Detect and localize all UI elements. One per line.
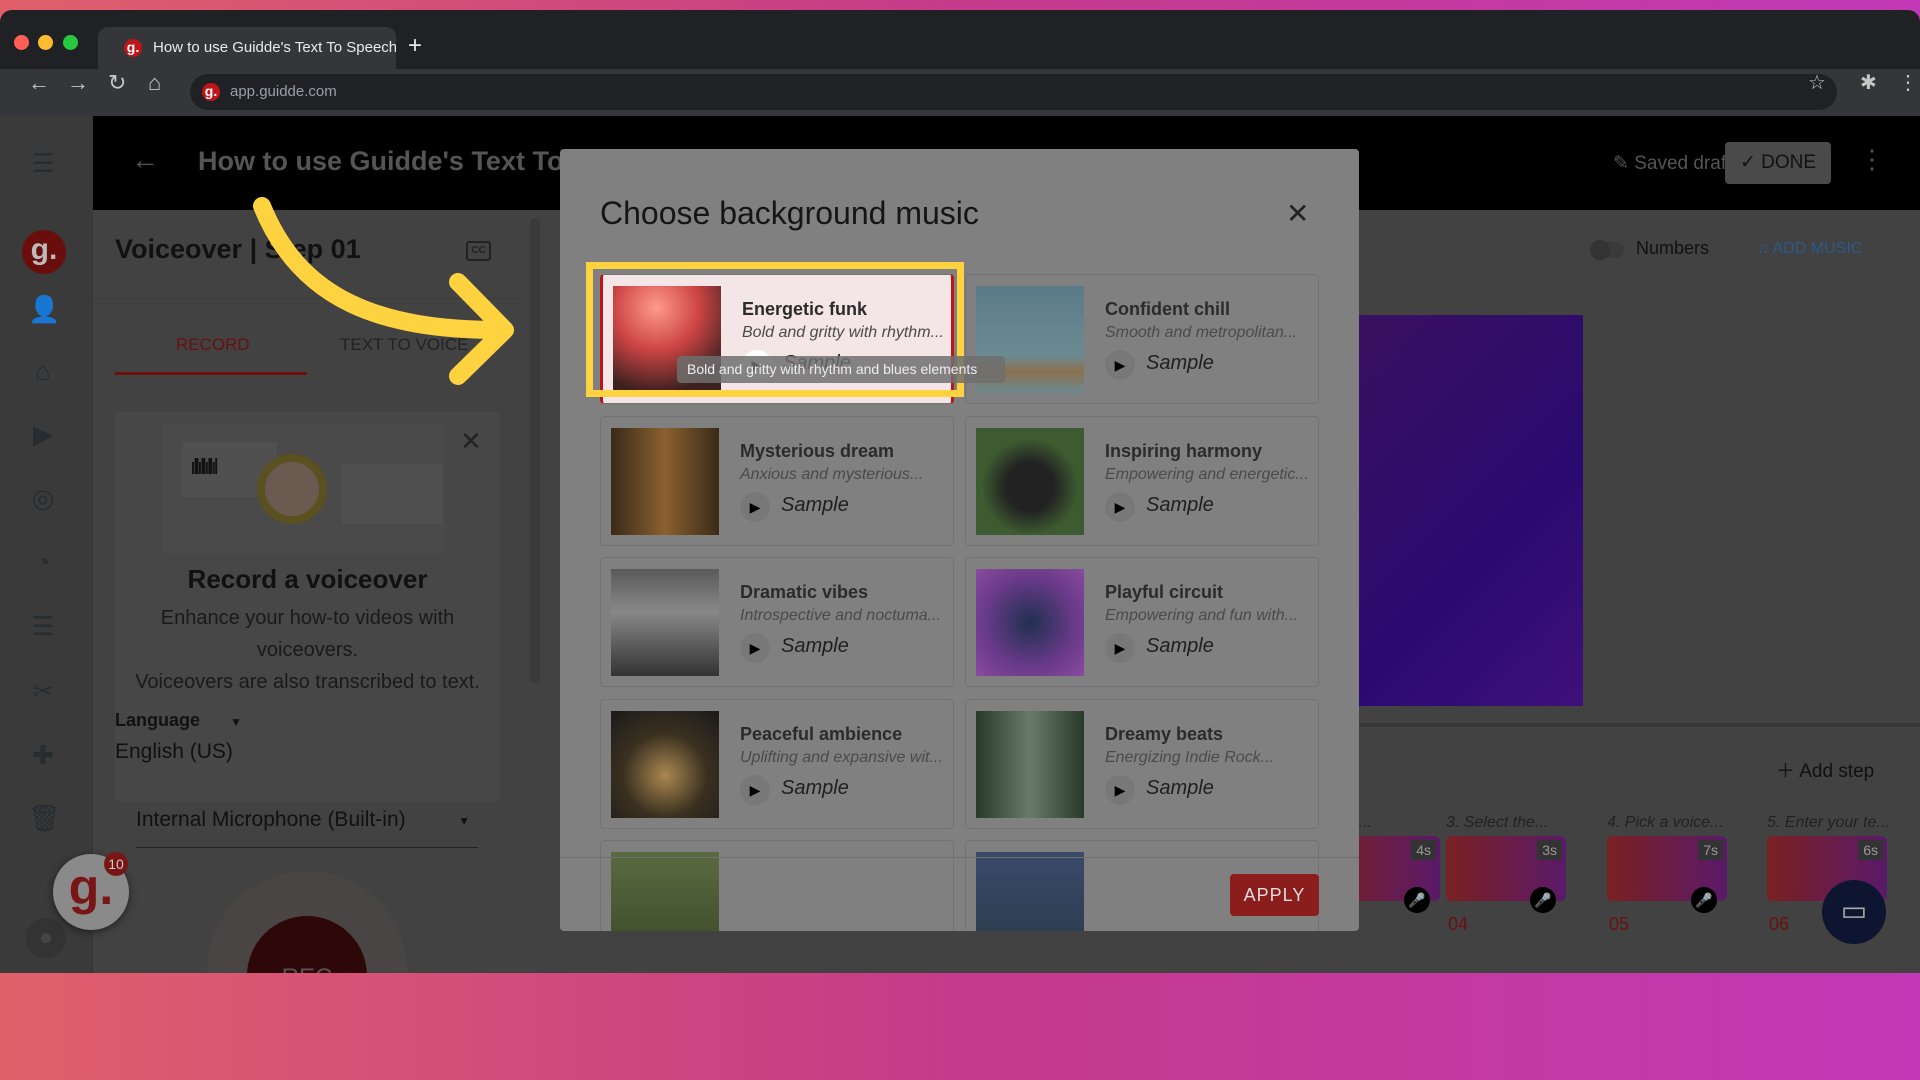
annotation-arrow [253, 197, 514, 385]
arrow-curve [253, 197, 509, 339]
